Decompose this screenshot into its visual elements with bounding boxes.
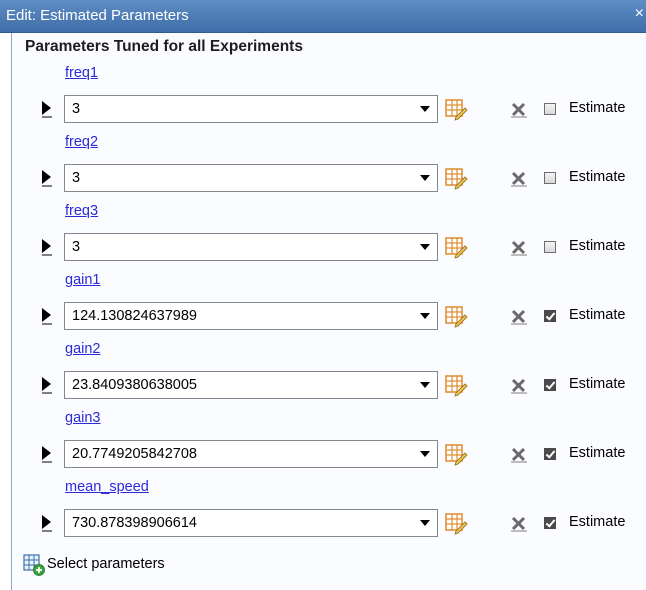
value-combobox[interactable]: 3 (64, 233, 438, 261)
estimate-label: Estimate (569, 445, 626, 461)
window-titlebar: Edit: Estimated Parameters × (0, 0, 646, 33)
add-table-icon (23, 554, 45, 576)
expand-arrow-icon[interactable] (40, 306, 54, 326)
estimate-checkbox[interactable] (544, 517, 556, 529)
delete-x-icon[interactable] (510, 308, 530, 326)
value-combobox[interactable]: 3 (64, 95, 438, 123)
delete-x-icon[interactable] (510, 377, 530, 395)
window-title: Edit: Estimated Parameters (6, 7, 189, 24)
param-row-gain2: gain2 23.8409380638005 Estimate (12, 341, 646, 411)
panel-title: Parameters Tuned for all Experiments (25, 38, 303, 55)
estimate-checkbox[interactable] (544, 103, 556, 115)
edit-table-icon[interactable] (444, 373, 468, 397)
value-text: 3 (72, 239, 81, 255)
chevron-down-icon[interactable] (420, 382, 430, 388)
param-name-link[interactable]: gain3 (65, 410, 100, 426)
edit-table-icon[interactable] (444, 97, 468, 121)
expand-arrow-icon[interactable] (40, 513, 54, 533)
param-name-link[interactable]: mean_speed (65, 479, 149, 495)
value-text: 3 (72, 101, 81, 117)
chevron-down-icon[interactable] (420, 244, 430, 250)
value-combobox[interactable]: 124.130824637989 (64, 302, 438, 330)
chevron-down-icon[interactable] (420, 313, 430, 319)
chevron-down-icon[interactable] (420, 451, 430, 457)
param-row-freq3: freq3 3 Estimate (12, 203, 646, 273)
select-parameters-label: Select parameters (47, 556, 165, 572)
estimate-label: Estimate (569, 307, 626, 323)
param-row-gain3: gain3 20.7749205842708 Estimate (12, 410, 646, 480)
select-parameters-button[interactable]: Select parameters (23, 552, 323, 576)
value-combobox[interactable]: 730.878398906614 (64, 509, 438, 537)
param-name-link[interactable]: freq3 (65, 203, 98, 219)
expand-arrow-icon[interactable] (40, 444, 54, 464)
expand-arrow-icon[interactable] (40, 237, 54, 257)
chevron-down-icon[interactable] (420, 175, 430, 181)
param-name-link[interactable]: freq2 (65, 134, 98, 150)
estimate-label: Estimate (569, 376, 626, 392)
value-text: 23.8409380638005 (72, 377, 197, 393)
chevron-down-icon[interactable] (420, 106, 430, 112)
delete-x-icon[interactable] (510, 239, 530, 257)
delete-x-icon[interactable] (510, 101, 530, 119)
delete-x-icon[interactable] (510, 515, 530, 533)
value-combobox[interactable]: 3 (64, 164, 438, 192)
estimate-label: Estimate (569, 514, 626, 530)
estimate-label: Estimate (569, 100, 626, 116)
expand-arrow-icon[interactable] (40, 168, 54, 188)
delete-x-icon[interactable] (510, 446, 530, 464)
close-icon[interactable]: × (635, 5, 644, 23)
chevron-down-icon[interactable] (420, 520, 430, 526)
value-combobox[interactable]: 20.7749205842708 (64, 440, 438, 468)
param-name-link[interactable]: freq1 (65, 65, 98, 81)
estimate-checkbox[interactable] (544, 310, 556, 322)
estimate-checkbox[interactable] (544, 448, 556, 460)
value-text: 124.130824637989 (72, 308, 197, 324)
estimate-checkbox[interactable] (544, 241, 556, 253)
estimate-label: Estimate (569, 238, 626, 254)
param-name-link[interactable]: gain1 (65, 272, 100, 288)
estimate-checkbox[interactable] (544, 172, 556, 184)
edit-table-icon[interactable] (444, 304, 468, 328)
expand-arrow-icon[interactable] (40, 375, 54, 395)
parameters-panel: Parameters Tuned for all Experiments fre… (11, 33, 646, 590)
estimate-checkbox[interactable] (544, 379, 556, 391)
value-text: 730.878398906614 (72, 515, 197, 531)
edit-table-icon[interactable] (444, 166, 468, 190)
param-row-freq2: freq2 3 Estimate (12, 134, 646, 204)
value-text: 3 (72, 170, 81, 186)
param-row-freq1: freq1 3 Estimate (12, 65, 646, 135)
edit-table-icon[interactable] (444, 235, 468, 259)
delete-x-icon[interactable] (510, 170, 530, 188)
edit-table-icon[interactable] (444, 511, 468, 535)
value-text: 20.7749205842708 (72, 446, 197, 462)
edit-table-icon[interactable] (444, 442, 468, 466)
value-combobox[interactable]: 23.8409380638005 (64, 371, 438, 399)
param-row-mean-speed: mean_speed 730.878398906614 Estimate (12, 479, 646, 549)
param-name-link[interactable]: gain2 (65, 341, 100, 357)
expand-arrow-icon[interactable] (40, 99, 54, 119)
estimate-label: Estimate (569, 169, 626, 185)
param-row-gain1: gain1 124.130824637989 Estimate (12, 272, 646, 342)
